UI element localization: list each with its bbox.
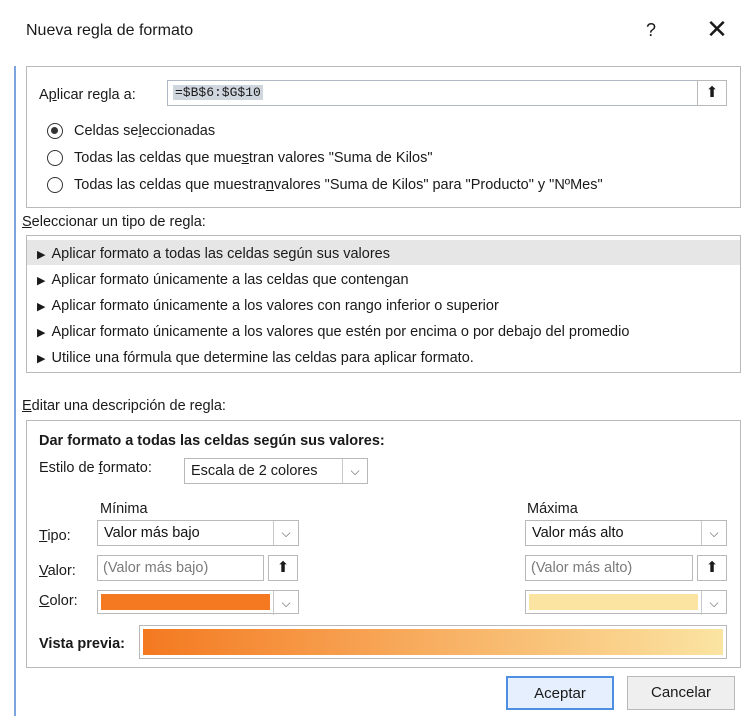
- value-label: Valor:: [39, 563, 76, 579]
- scope-option-all-values[interactable]: Todas las celdas que mue s tran valores "S…: [47, 147, 432, 169]
- help-button[interactable]: ?: [646, 20, 656, 41]
- rule-description-label: Editar una descripción de regla:: [22, 398, 226, 414]
- minimum-color-select[interactable]: ⌵: [97, 590, 299, 615]
- rule-type-item[interactable]: ▶ Aplicar formato a todas las celdas seg…: [27, 240, 740, 265]
- rule-type-item[interactable]: ▶ Aplicar formato únicamente a las celda…: [27, 266, 740, 291]
- maximum-value-collapse-button[interactable]: ⬆: [697, 555, 727, 581]
- chevron-down-icon: ⌵: [342, 459, 367, 483]
- type-label: Tipo:: [39, 528, 71, 544]
- rule-type-item[interactable]: ▶ Aplicar formato únicamente a los valor…: [27, 292, 740, 317]
- color-label: Color:: [39, 593, 78, 609]
- maximum-value-input[interactable]: (Valor más alto): [525, 555, 693, 581]
- close-icon: ✕: [706, 14, 728, 44]
- triangle-right-icon: ▶: [37, 300, 46, 313]
- minimum-color-swatch: [101, 594, 270, 610]
- focus-indicator: [14, 66, 16, 716]
- rule-description-panel: Dar formato a todas las celdas según sus…: [26, 420, 741, 668]
- preview-gradient: [143, 629, 723, 655]
- apply-range-input[interactable]: =$B$6:$G$10: [167, 80, 724, 106]
- triangle-right-icon: ▶: [37, 326, 46, 339]
- accept-button[interactable]: Aceptar: [506, 676, 614, 710]
- description-heading: Dar formato a todas las celdas según sus…: [39, 433, 385, 449]
- preview-label: Vista previa:: [39, 636, 125, 652]
- upload-arrow-icon: ⬆: [276, 559, 290, 576]
- radio-unselected-icon: [47, 177, 63, 193]
- chevron-down-icon: ⌵: [701, 521, 726, 545]
- close-button[interactable]: ✕: [705, 16, 729, 42]
- upload-arrow-icon: ⬆: [705, 559, 719, 576]
- chevron-down-icon: ⌵: [701, 591, 726, 615]
- triangle-right-icon: ▶: [37, 274, 46, 287]
- format-style-label: Estilo de formato:: [39, 460, 152, 476]
- triangle-right-icon: ▶: [37, 248, 46, 261]
- minimum-value-collapse-button[interactable]: ⬆: [268, 555, 298, 581]
- dialog-title: Nueva regla de formato: [26, 22, 194, 39]
- triangle-right-icon: ▶: [37, 352, 46, 365]
- range-collapse-button[interactable]: ⬆: [697, 80, 727, 106]
- dialog-titlebar: Nueva regla de formato ? ✕: [0, 0, 742, 64]
- maximum-column-label: Máxima: [527, 501, 578, 517]
- maximum-type-select[interactable]: Valor más alto ⌵: [525, 520, 727, 546]
- chevron-down-icon: ⌵: [273, 521, 298, 545]
- rule-type-label: Seleccionar un tipo de regla:: [22, 214, 206, 230]
- minimum-type-select[interactable]: Valor más bajo ⌵: [97, 520, 299, 546]
- maximum-color-swatch: [529, 594, 698, 610]
- upload-arrow-icon: ⬆: [705, 84, 719, 101]
- scope-option-selected-cells[interactable]: Celdas se l eccionadas: [47, 120, 215, 142]
- apply-rule-section: Aplicar regla a: =$B$6:$G$10 ⬆ Celdas se…: [26, 66, 741, 208]
- minimum-value-input[interactable]: (Valor más bajo): [97, 555, 264, 581]
- apply-rule-label: Aplicar regla a:: [39, 87, 136, 103]
- cancel-button[interactable]: Cancelar: [627, 676, 735, 710]
- rule-type-item[interactable]: ▶ Utilice una fórmula que determine las …: [27, 344, 740, 369]
- chevron-down-icon: ⌵: [273, 591, 298, 615]
- maximum-color-select[interactable]: ⌵: [525, 590, 727, 615]
- preview-bar: [139, 625, 727, 659]
- rule-type-item[interactable]: ▶ Aplicar formato únicamente a los valor…: [27, 318, 740, 343]
- radio-selected-icon: [47, 123, 63, 139]
- minimum-column-label: Mínima: [100, 501, 148, 517]
- format-style-select[interactable]: Escala de 2 colores ⌵: [184, 458, 368, 484]
- radio-unselected-icon: [47, 150, 63, 166]
- help-icon: ?: [646, 20, 657, 40]
- rule-type-list: ▶ Aplicar formato a todas las celdas seg…: [26, 235, 741, 373]
- scope-option-product-month[interactable]: Todas las celdas que muestra n valores "S…: [47, 174, 603, 196]
